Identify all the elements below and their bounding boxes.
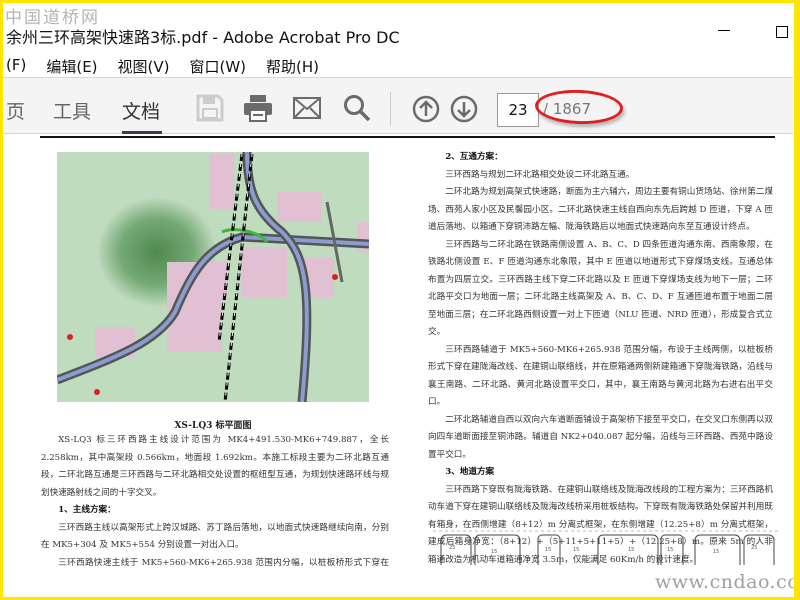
figure-label: 15 xyxy=(491,549,497,555)
figure-label: 25 xyxy=(449,545,455,551)
paragraph: 二环北路为规划高架式快速路，断面为主六辅六，周边主要有铜山货场站、徐州第二煤场、… xyxy=(428,187,773,232)
page-up-icon[interactable] xyxy=(412,95,440,123)
email-icon[interactable] xyxy=(293,97,321,119)
toolbar: 页 工具 文档 23 / 1867 xyxy=(3,77,793,134)
acrobat-window: 中国道桥网 余州三环高架快速路3标.pdf - Adobe Acrobat Pr… xyxy=(3,3,794,597)
menu-help[interactable]: 帮助(H) xyxy=(266,56,319,77)
tab-tools[interactable]: 工具 xyxy=(53,97,91,124)
active-tab-indicator xyxy=(122,131,162,134)
menu-file[interactable]: (F) xyxy=(6,56,26,77)
paragraph: 三环西路辅道于 MK5+560-MK6+265.938 范围分幅，布设于主线两侧… xyxy=(428,344,773,408)
menu-window[interactable]: 窗口(W) xyxy=(190,56,247,77)
paragraph: 三环西路与二环北路在铁路南侧设置 A、B、C、D 四条匝道沟通东南、西南象限，在… xyxy=(428,239,773,338)
right-page-text: 2、互通方案： 三环西路与规划二环北路相交处设二环北路互通。 二环北路为规划高架… xyxy=(428,149,773,569)
paragraph: XS-LQ3 标三环西路主线设计范围为 MK4+491.530-MK6+749.… xyxy=(41,435,389,498)
menu-bar: (F) 编辑(E) 视图(V) 窗口(W) 帮助(H) xyxy=(6,56,339,77)
figure-label: 15 xyxy=(713,549,719,555)
tab-home[interactable]: 页 xyxy=(6,97,25,124)
plan-map-image xyxy=(57,152,369,402)
menu-view[interactable]: 视图(V) xyxy=(118,56,170,77)
page-down-icon[interactable] xyxy=(450,95,478,123)
figure-label: 15 xyxy=(545,547,551,553)
document-view[interactable]: XS-LQ3 标平面图 XS-LQ3 标三环西路主线设计范围为 MK4+491.… xyxy=(3,135,794,597)
watermark-url: www.cndao.com xyxy=(655,571,794,593)
section-heading: 3、地道方案 xyxy=(445,467,495,477)
tab-document[interactable]: 文档 xyxy=(122,97,160,124)
window-title: 余州三环高架快速路3标.pdf - Adobe Acrobat Pro DC xyxy=(6,28,400,47)
paragraph: 三环西路与规划二环北路相交处设二环北路互通。 xyxy=(445,169,635,180)
figure-label: 25 xyxy=(751,545,757,551)
toolbar-divider xyxy=(390,92,391,126)
figure-label: 15 xyxy=(667,547,673,553)
maximize-button[interactable] xyxy=(776,26,788,38)
red-highlight-ellipse xyxy=(534,88,624,126)
minimize-button[interactable] xyxy=(718,30,730,31)
search-icon[interactable] xyxy=(343,94,371,122)
paragraph: 三环西路主线以高架形式上跨汉城路、苏丁路后落地，以地面式快速路继续向南，分别在 … xyxy=(41,522,389,551)
paragraph: 二环北路辅道自西以双向六车道断面铺设于高架桥下接至平交口，在交叉口东侧再以双向四… xyxy=(428,414,773,460)
section-heading: 1、主线方案： xyxy=(58,505,116,515)
left-page-text: XS-LQ3 标三环西路主线设计范围为 MK4+491.530-MK6+749.… xyxy=(41,432,389,566)
figure-label: 15 xyxy=(573,547,579,553)
figure-caption: XS-LQ3 标平面图 xyxy=(174,421,252,431)
page-number-input[interactable]: 23 xyxy=(497,93,539,127)
menu-edit[interactable]: 编辑(E) xyxy=(46,56,97,77)
figure-label: 15 xyxy=(628,547,634,553)
save-icon[interactable] xyxy=(196,94,224,122)
paragraph: 三环西路快速主线于 MK5+560-MK6+265.938 范围内分幅，以桩板桥… xyxy=(58,557,389,567)
page-top-rule xyxy=(40,136,775,138)
print-icon[interactable] xyxy=(243,94,273,122)
cross-section-figure: 25 15 15 15 15 15 15 25 xyxy=(433,530,778,565)
section-heading: 2、互通方案： xyxy=(445,152,503,162)
